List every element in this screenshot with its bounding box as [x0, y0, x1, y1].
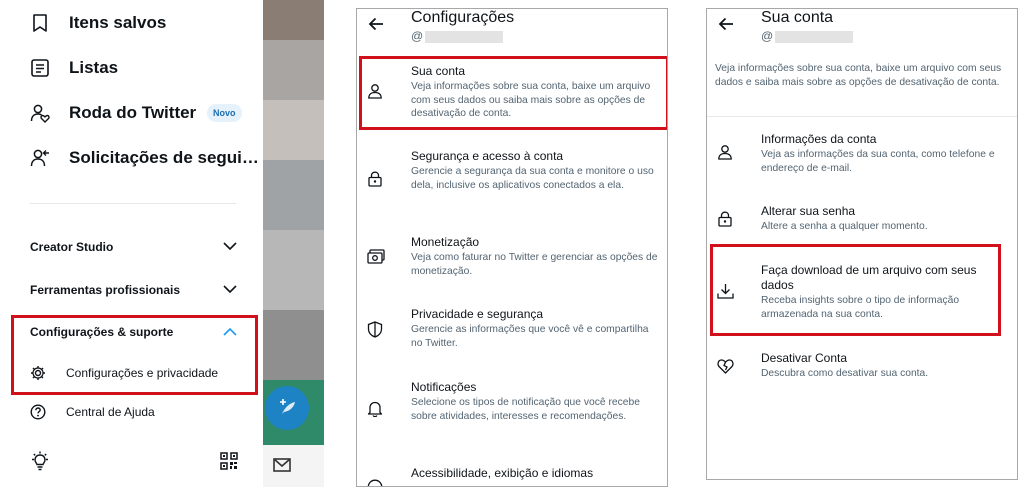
- chevron-down-icon: [223, 285, 237, 294]
- lightbulb-icon[interactable]: [30, 451, 50, 471]
- lock-icon: [368, 171, 382, 187]
- drawer-item-follow-requests[interactable]: Solicitações de segui…: [30, 148, 259, 168]
- person-icon: [718, 145, 732, 160]
- navigation-drawer: Itens salvos Listas Roda do Twitter Novo: [0, 0, 263, 487]
- section-professional-tools[interactable]: Ferramentas profissionais: [30, 281, 240, 301]
- row-title: Privacidade e segurança: [411, 307, 544, 321]
- user-handle: @: [761, 29, 854, 43]
- settings-row-accessibility[interactable]: Acessibilidade, exibição e idiomas: [357, 466, 667, 486]
- divider: [707, 116, 1017, 117]
- settings-screen: Configurações @ Sua conta Veja informaçõ…: [356, 8, 668, 487]
- highlight-box: [359, 56, 667, 130]
- settings-row-security[interactable]: Segurança e acesso à conta Gerencie a se…: [357, 149, 667, 211]
- row-description: Altere a senha a qualquer momento.: [761, 221, 928, 232]
- drawer-item-label: Solicitações de segui…: [69, 148, 259, 167]
- highlight-box: [710, 244, 1001, 336]
- row-title: Segurança e acesso à conta: [411, 149, 564, 163]
- chevron-down-icon: [223, 242, 237, 251]
- row-description: Veja como faturar no Twitter e gerenciar…: [411, 252, 658, 277]
- money-icon: [367, 249, 385, 264]
- back-arrow-icon[interactable]: [368, 16, 384, 32]
- handle-at: @: [761, 29, 774, 43]
- broken-heart-icon: [717, 359, 734, 374]
- people-heart-icon: [30, 104, 50, 123]
- bookmark-icon: [33, 14, 47, 32]
- new-badge: Novo: [207, 104, 242, 122]
- user-handle: @: [411, 29, 504, 43]
- account-row-deactivate[interactable]: Desativar Conta Descubra como desativar …: [707, 351, 1017, 391]
- feather-plus-icon: [280, 399, 295, 414]
- section-label: Ferramentas profissionais: [30, 283, 181, 297]
- compose-tweet-button[interactable]: [265, 386, 309, 430]
- row-title: Desativar Conta: [761, 351, 848, 365]
- page-title: Configurações: [411, 9, 515, 26]
- account-row-info[interactable]: Informações da conta Veja as informações…: [707, 132, 1017, 182]
- blurred-username: [775, 30, 854, 43]
- settings-row-privacy[interactable]: Privacidade e segurança Gerencie as info…: [357, 307, 667, 357]
- row-title: Monetização: [411, 235, 480, 249]
- shield-icon: [367, 321, 383, 338]
- help-circle-icon: [30, 404, 46, 420]
- drawer-item-label: Listas: [69, 58, 119, 77]
- back-arrow-icon[interactable]: [718, 16, 734, 32]
- lock-icon: [718, 211, 732, 227]
- drawer-item-lists[interactable]: Listas: [30, 58, 118, 78]
- list-icon: [31, 59, 49, 77]
- bell-icon: [367, 401, 383, 417]
- section-creator-studio[interactable]: Creator Studio: [30, 238, 240, 258]
- account-screen: Sua conta @ Veja informações sobre sua c…: [706, 8, 1018, 480]
- row-title: Alterar sua senha: [761, 204, 856, 218]
- divider: [30, 203, 236, 204]
- account-row-password[interactable]: Alterar sua senha Altere a senha a qualq…: [707, 204, 1017, 244]
- subitem-label: Central de Ajuda: [66, 405, 155, 419]
- settings-row-monetization[interactable]: Monetização Veja como faturar no Twitter…: [357, 235, 667, 285]
- highlight-box: [11, 315, 258, 395]
- blurred-username: [425, 30, 504, 43]
- row-description: Veja as informações da sua conta, como t…: [761, 149, 995, 174]
- handle-at: @: [411, 29, 424, 43]
- row-title: Acessibilidade, exibição e idiomas: [411, 466, 594, 480]
- drawer-item-saved[interactable]: Itens salvos: [30, 13, 166, 33]
- drawer-item-label: Itens salvos: [69, 13, 167, 32]
- row-description: Selecione os tipos de notificação que vo…: [411, 397, 640, 422]
- settings-row-notifications[interactable]: Notificações Selecione os tipos de notif…: [357, 380, 667, 442]
- drawer-panel: Itens salvos Listas Roda do Twitter Novo: [0, 0, 324, 487]
- row-title: Informações da conta: [761, 132, 877, 146]
- section-label: Creator Studio: [30, 240, 114, 254]
- drawer-item-circle[interactable]: Roda do Twitter: [30, 103, 196, 123]
- drawer-item-label: Roda do Twitter: [69, 103, 197, 122]
- mail-icon[interactable]: [273, 458, 291, 472]
- account-intro-text: Veja informações sobre sua conta, baixe …: [715, 63, 1002, 88]
- row-description: Descubra como desativar sua conta.: [761, 368, 929, 379]
- accessibility-icon: [367, 479, 383, 486]
- row-title: Notificações: [411, 380, 477, 394]
- row-description: Gerencie as informações que você vê e co…: [411, 324, 649, 349]
- follow-request-icon: [30, 149, 49, 167]
- row-description: Gerencie a segurança da sua conta e moni…: [411, 166, 654, 191]
- qr-code-icon[interactable]: [220, 452, 238, 470]
- page-title: Sua conta: [761, 9, 834, 26]
